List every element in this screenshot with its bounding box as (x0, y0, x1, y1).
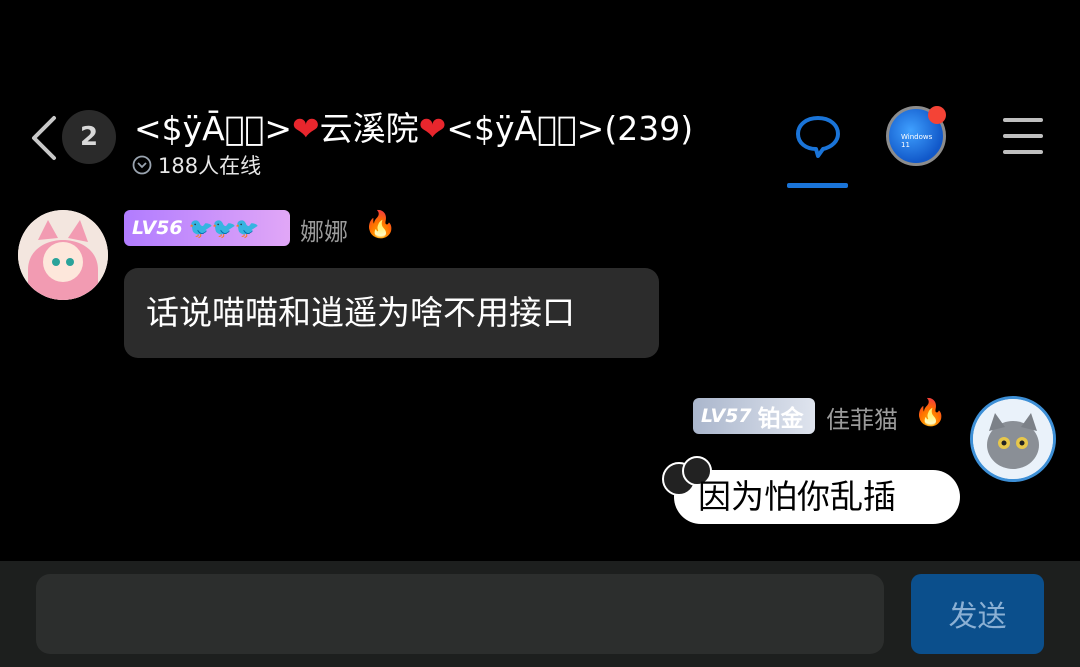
sender-name[interactable]: 娜娜 (300, 212, 348, 247)
title-suffix: <$ÿĀ  >(239) (446, 109, 694, 148)
avatar-image (18, 210, 108, 300)
message-bubble[interactable]: 因为怕你乱插 (660, 456, 960, 532)
avatar[interactable] (970, 396, 1056, 482)
active-tab-indicator (787, 183, 848, 188)
title-name: 云溪院 (319, 109, 419, 148)
notification-dot (928, 106, 946, 124)
chat-bubble-icon[interactable] (793, 112, 843, 162)
level-text: LV57 (701, 405, 752, 427)
fire-icon: 🔥 (364, 210, 397, 240)
fire-icon: 🔥 (914, 398, 947, 428)
unread-count-badge[interactable]: 2 (62, 110, 116, 164)
heart-icon: ❤ (418, 109, 447, 148)
group-title[interactable]: <$ÿĀ  >❤云溪院❤<$ÿĀ  >(239) (134, 102, 693, 150)
message-text: 因为怕你乱插 (698, 477, 896, 516)
send-button[interactable]: 发送 (911, 574, 1044, 654)
level-badge: LV56 🐦🐦🐦 (124, 210, 290, 246)
avatar[interactable] (18, 210, 108, 300)
back-arrow-icon[interactable] (26, 114, 60, 162)
chat-header: 2 <$ÿĀ  >❤云溪院❤<$ÿĀ  >(239) 188人在线 Window… (0, 0, 1080, 200)
tier-text: 铂金 (757, 406, 804, 432)
chevron-down-icon (132, 155, 152, 175)
level-badge: LV57 铂金 (693, 398, 815, 434)
avatar-image (973, 399, 1053, 479)
menu-icon[interactable] (1003, 118, 1043, 156)
heart-icon: ❤ (292, 109, 320, 148)
level-text: LV56 (132, 217, 183, 239)
bird-icon: 🐦🐦🐦 (188, 216, 260, 240)
message-input[interactable] (36, 574, 884, 654)
message-bubble[interactable]: 话说喵喵和逍遥为啥不用接口 (124, 268, 659, 358)
online-status[interactable]: 188人在线 (132, 150, 261, 180)
app-avatar-label: Windows 11 (901, 133, 933, 149)
title-prefix: <$ÿĀ  > (134, 109, 293, 148)
sender-name[interactable]: 佳菲猫 (826, 400, 898, 435)
online-count: 188人在线 (158, 154, 262, 178)
